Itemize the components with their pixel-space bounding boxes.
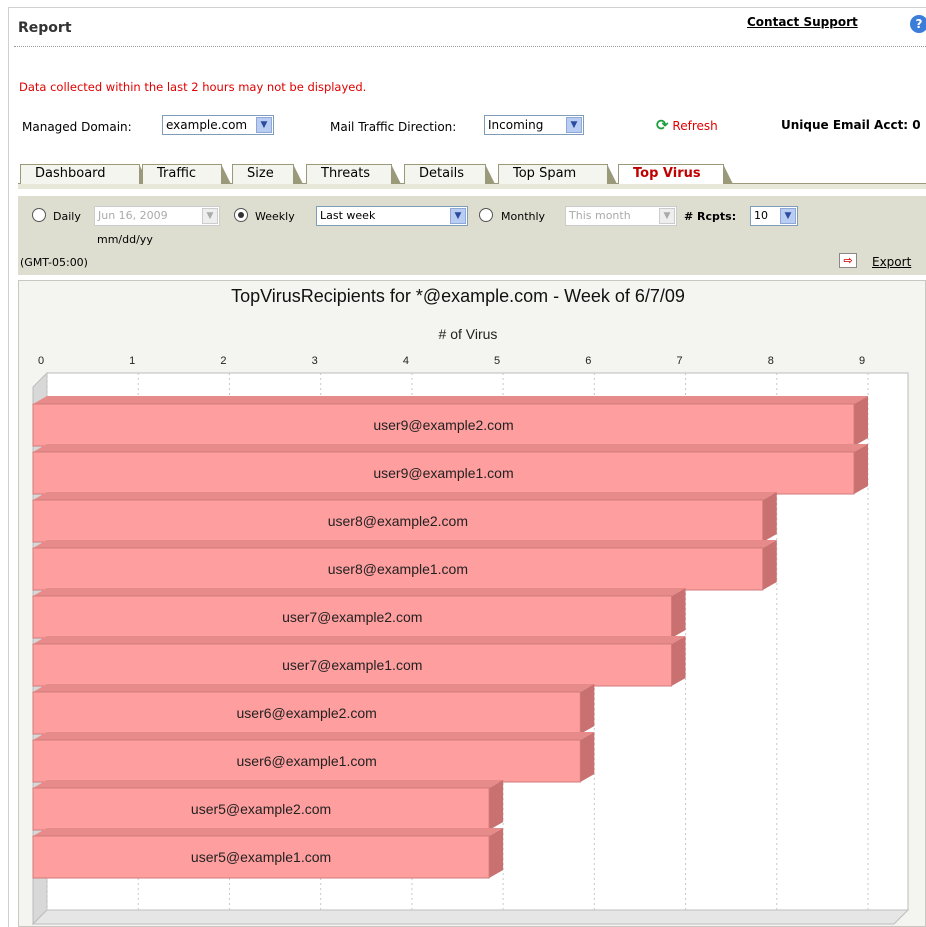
x-tick-label: 3 (312, 355, 318, 367)
bar-side (671, 588, 686, 638)
bar-side (854, 444, 868, 494)
bar-side (854, 396, 868, 446)
bar-top (33, 828, 504, 836)
bar-side (580, 684, 595, 734)
x-tick-label: 6 (585, 355, 591, 367)
bar-top (33, 444, 868, 452)
bar-label: user8@example1.com (328, 561, 468, 577)
bar-side (489, 828, 504, 878)
bar-label: user5@example2.com (191, 801, 331, 817)
bar-top (33, 636, 686, 644)
bar-top (33, 540, 777, 548)
x-tick-label: 9 (859, 355, 865, 367)
bar-label: user5@example1.com (191, 849, 331, 865)
bar-top (33, 684, 595, 692)
bar-top (33, 588, 686, 596)
x-tick-label: 5 (494, 355, 500, 367)
bar-label: user9@example2.com (373, 417, 513, 433)
bar-side (489, 780, 504, 830)
bar-label: user6@example1.com (237, 753, 377, 769)
x-tick-label: 7 (676, 355, 682, 367)
bar-top (33, 492, 777, 500)
bar-top (33, 780, 504, 788)
bar-label: user9@example1.com (373, 465, 513, 481)
x-tick-label: 2 (220, 355, 226, 367)
plot-floor (31, 909, 910, 925)
bar-side (671, 636, 686, 686)
x-tick-label: 0 (38, 355, 44, 367)
bar-label: user7@example1.com (282, 657, 422, 673)
x-tick-label: 1 (129, 355, 135, 367)
bar-side (762, 540, 777, 590)
bar-top (33, 732, 595, 740)
bar-label: user7@example2.com (282, 609, 422, 625)
x-tick-label: 4 (403, 355, 409, 367)
bar-label: user6@example2.com (237, 705, 377, 721)
top-virus-chart: 0 1 2 3 4 5 6 7 8 9 user9@example2.com user9@exampl… (31, 355, 910, 926)
bar-label: user8@example2.com (328, 513, 468, 529)
x-tick-label: 8 (768, 355, 774, 367)
bar-side (580, 732, 595, 782)
bar-side (762, 492, 777, 542)
bar-top (33, 396, 868, 404)
